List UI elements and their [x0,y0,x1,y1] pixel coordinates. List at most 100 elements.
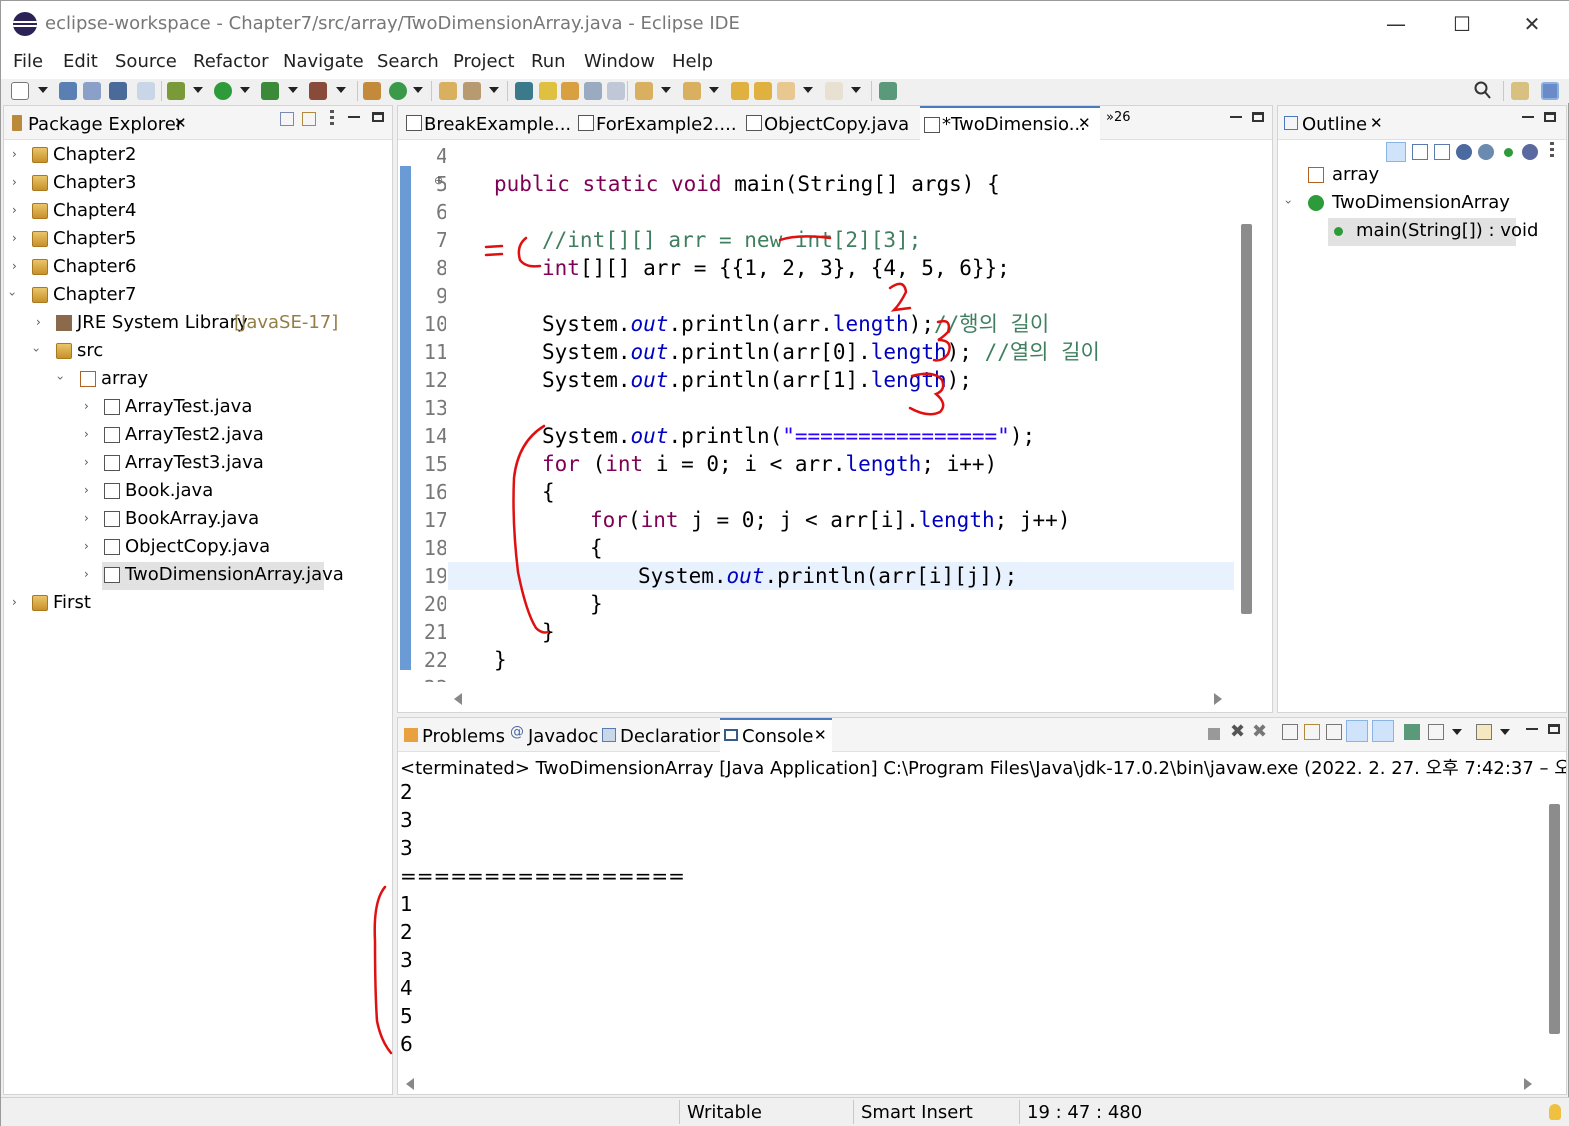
maximize-button[interactable]: ☐ [1437,9,1487,39]
chevron-right-icon[interactable]: › [84,427,89,441]
console-vertical-scrollbar[interactable] [1544,778,1566,1072]
menu-edit[interactable]: Edit [63,51,98,72]
show-whitespace-icon[interactable] [607,82,625,100]
new-java-class-icon[interactable] [389,82,407,100]
block-selection-icon[interactable] [584,82,602,100]
last-edit-location-icon[interactable] [731,82,749,100]
tree-item-bookarray[interactable]: › BookArray.java [4,506,392,534]
scroll-left-icon[interactable] [454,693,462,705]
collapse-all-icon[interactable] [280,112,294,126]
run-icon[interactable] [214,82,232,100]
tree-item-chapter6[interactable]: › Chapter6 [4,254,392,282]
menu-search[interactable]: Search [377,51,439,72]
open-console-dropdown-icon[interactable] [1500,729,1510,735]
menu-refactor[interactable]: Refactor [193,51,269,72]
chevron-down-icon[interactable]: › [5,292,19,297]
hide-local-types-icon[interactable] [1522,144,1538,160]
hide-fields-icon[interactable] [1456,144,1472,160]
chevron-right-icon[interactable]: › [12,203,17,217]
close-icon[interactable]: ✕ [1370,114,1383,132]
toggle-highlight-icon[interactable] [539,82,557,100]
scroll-right-icon[interactable] [1214,693,1222,705]
remove-all-launches-icon[interactable]: ✖ [1252,723,1268,741]
outline-title[interactable]: Outline [1302,114,1367,135]
tree-item-arraytest2[interactable]: › ArrayTest2.java [4,422,392,450]
open-task-icon[interactable] [463,82,481,100]
external-tools-dropdown-icon[interactable] [336,87,346,93]
tab-objectcopy[interactable]: ObjectCopy.java [742,106,912,140]
fold-collapse-icon[interactable]: ⊖ [434,174,443,187]
chevron-right-icon[interactable]: › [36,315,41,329]
view-menu-icon[interactable] [1550,142,1554,160]
chevron-down-icon[interactable]: › [29,348,43,353]
chevron-down-icon[interactable]: › [53,376,67,381]
terminal-icon[interactable] [109,82,127,100]
save-icon[interactable] [59,82,77,100]
hide-nonpublic-icon[interactable] [1504,148,1513,157]
editor-vertical-scrollbar[interactable] [1236,142,1256,682]
new-class-dropdown-icon[interactable] [413,87,423,93]
maximize-view-icon[interactable] [1548,724,1560,734]
forward-icon[interactable] [825,82,843,100]
sort-members-icon[interactable] [1434,144,1450,160]
next-annotation-dropdown-icon[interactable] [661,87,671,93]
tree-item-chapter5[interactable]: › Chapter5 [4,226,392,254]
tab-javadoc[interactable]: @ Javadoc [508,718,598,752]
code-area[interactable]: public static void main(String[] args) {… [448,142,1234,682]
package-explorer-title[interactable]: Package Explorer [28,114,183,135]
menu-run[interactable]: Run [531,51,566,72]
tab-breakexample[interactable]: BreakExample... [402,106,571,140]
minimize-button[interactable]: — [1371,9,1421,39]
display-console-icon[interactable] [1428,724,1444,740]
outline-item-package[interactable]: array [1278,162,1566,190]
scrollbar-thumb[interactable] [1549,804,1560,1034]
new-icon[interactable] [11,82,29,100]
coverage-dropdown-icon[interactable] [288,87,298,93]
collapse-all-icon[interactable] [1412,144,1428,160]
chevron-right-icon[interactable]: › [84,455,89,469]
open-type-icon[interactable] [439,82,457,100]
coverage-icon[interactable] [261,82,279,100]
tree-item-chapter2[interactable]: › Chapter2 [4,142,392,170]
minimize-view-icon[interactable] [348,116,360,118]
pin-editor-icon[interactable] [879,82,897,100]
tree-item-array[interactable]: › array [4,366,392,394]
console-output[interactable]: 2 3 3 ================= 1 2 3 4 5 6 [400,778,1542,1072]
menu-file[interactable]: File [13,51,43,72]
tab-twodimensionarray[interactable]: *TwoDimensio... ✕ [920,106,1100,141]
open-task-dropdown-icon[interactable] [489,87,499,93]
forward-dropdown-icon[interactable] [851,87,861,93]
chevron-right-icon[interactable]: › [84,483,89,497]
link-with-editor-icon[interactable] [302,112,316,126]
tree-item-chapter3[interactable]: › Chapter3 [4,170,392,198]
minimize-view-icon[interactable] [1522,116,1534,118]
tree-item-jre-library[interactable]: › JRE System Library [JavaSE-17] [4,310,392,338]
editor-horizontal-scrollbar[interactable] [448,688,1234,708]
previous-annotation-icon[interactable] [683,82,701,100]
chevron-right-icon[interactable]: › [12,595,17,609]
console-horizontal-scrollbar[interactable] [400,1074,1542,1094]
menu-project[interactable]: Project [453,51,515,72]
tree-item-arraytest3[interactable]: › ArrayTest3.java [4,450,392,478]
close-button[interactable]: ✕ [1507,9,1557,39]
tree-item-chapter7[interactable]: › Chapter7 [4,282,392,310]
back-icon[interactable] [777,82,795,100]
chevron-right-icon[interactable]: › [12,147,17,161]
menu-source[interactable]: Source [115,51,177,72]
tree-item-chapter4[interactable]: › Chapter4 [4,198,392,226]
tree-item-book[interactable]: › Book.java [4,478,392,506]
tree-item-src[interactable]: › src [4,338,392,366]
tab-problems[interactable]: Problems [402,718,505,752]
search-icon[interactable] [1474,80,1492,100]
tree-item-twodimensionarray[interactable]: › TwoDimensionArray.java [4,562,392,590]
debug-dropdown-icon[interactable] [193,87,203,93]
chevron-right-icon[interactable]: › [84,399,89,413]
word-wrap-icon[interactable] [561,82,579,100]
back-dropdown-icon[interactable] [803,87,813,93]
menu-help[interactable]: Help [672,51,713,72]
clear-console-icon[interactable] [1282,724,1298,740]
view-menu-icon[interactable] [330,110,334,128]
new-dropdown-icon[interactable] [38,87,48,93]
scroll-left-icon[interactable] [406,1078,414,1090]
tree-item-first[interactable]: › First [4,590,392,618]
